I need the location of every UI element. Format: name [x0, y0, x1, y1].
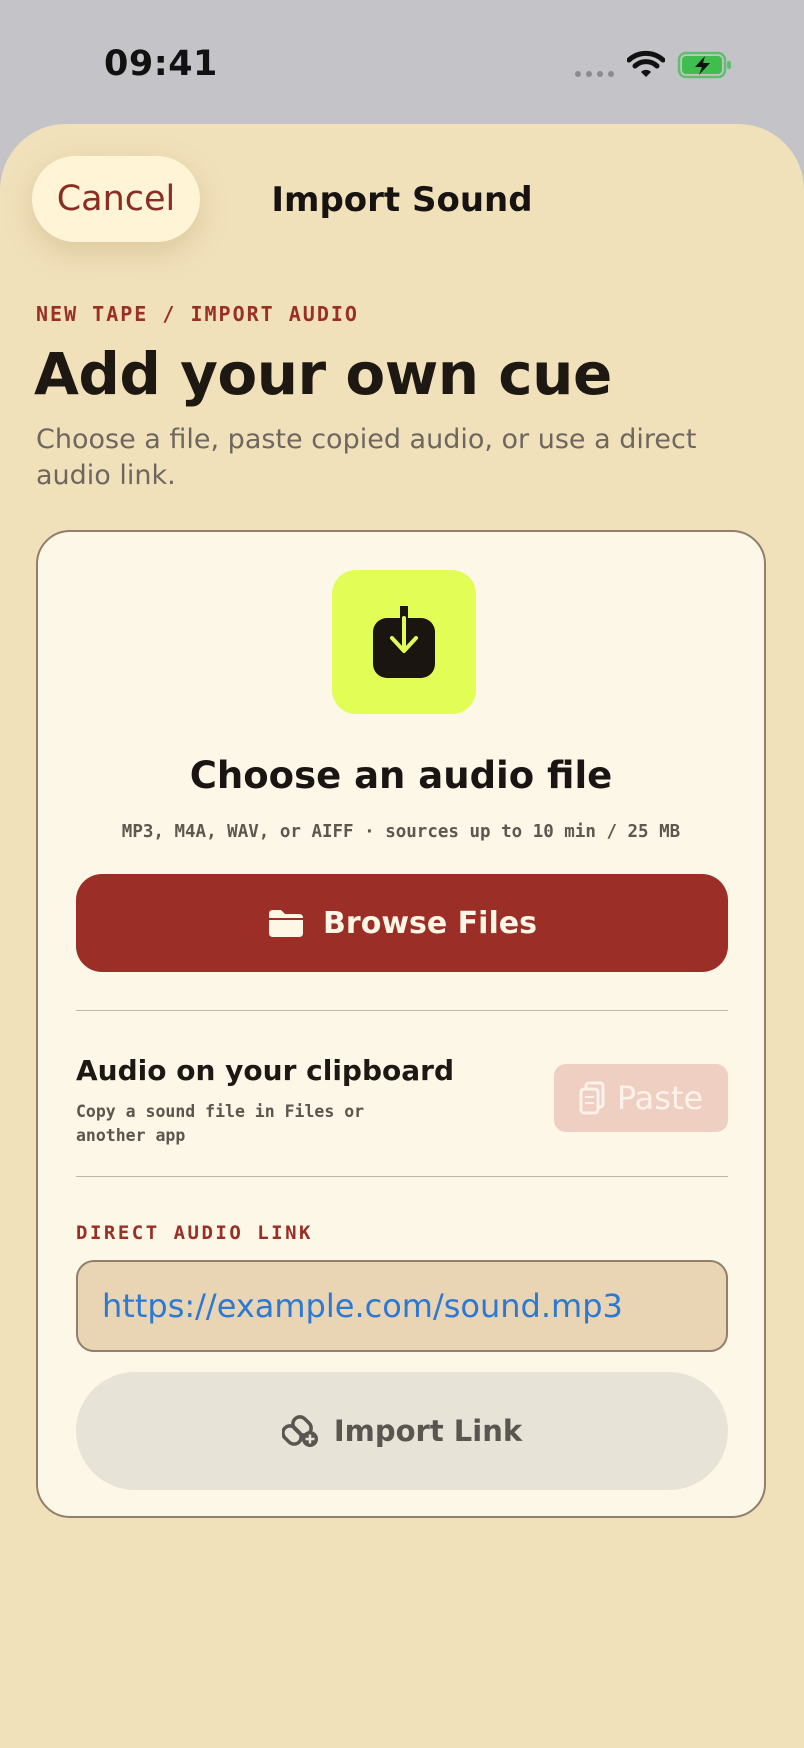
file-section-heading: Choose an audio file: [189, 754, 613, 797]
browse-files-label: Browse Files: [323, 905, 537, 941]
link-plus-icon: [281, 1415, 318, 1447]
clipboard-title: Audio on your clipboard: [76, 1054, 454, 1087]
divider: [76, 1176, 728, 1177]
status-bar: 09:41: [0, 0, 804, 125]
import-link-button[interactable]: Import Link: [76, 1372, 728, 1490]
page-title: Add your own cue: [34, 340, 612, 408]
clipboard-icon: [579, 1081, 605, 1115]
download-tray-icon: [373, 606, 435, 678]
page-subtitle: Choose a file, paste copied audio, or us…: [36, 424, 697, 491]
file-format-hint: MP3, M4A, WAV, or AIFF · sources up to 1…: [121, 822, 681, 842]
audio-url-input[interactable]: [76, 1260, 728, 1352]
breadcrumb: NEW TAPE / IMPORT AUDIO: [36, 302, 359, 326]
paste-button[interactable]: Paste: [554, 1064, 728, 1132]
clipboard-description: Copy a sound file in Files or another ap…: [76, 1102, 365, 1145]
browse-files-button[interactable]: Browse Files: [76, 874, 728, 972]
cancel-button[interactable]: Cancel: [32, 156, 200, 242]
battery-charging-icon: [677, 51, 731, 79]
sheet-title: Import Sound: [271, 180, 533, 220]
divider: [76, 1010, 728, 1011]
import-link-label: Import Link: [333, 1414, 523, 1448]
status-time: 09:41: [104, 44, 218, 84]
folder-icon: [269, 910, 304, 937]
upload-tile: [332, 570, 476, 714]
import-card: Choose an audio file MP3, M4A, WAV, or A…: [36, 530, 766, 1518]
wifi-icon: [627, 50, 665, 77]
paste-label: Paste: [616, 1079, 704, 1117]
cellular-signal-icon: [575, 71, 614, 77]
direct-link-label: DIRECT AUDIO LINK: [76, 1222, 313, 1244]
import-sheet: Cancel Import Sound NEW TAPE / IMPORT AU…: [0, 124, 804, 1748]
